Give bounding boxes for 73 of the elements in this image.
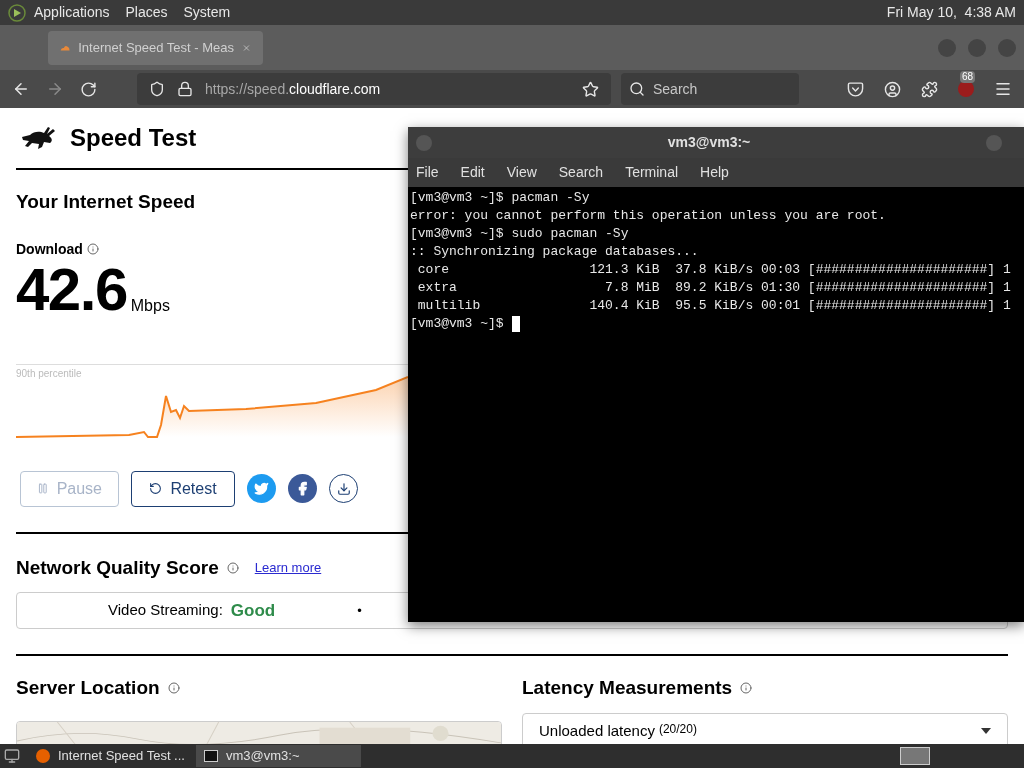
twitter-button[interactable] bbox=[247, 474, 276, 503]
extension-badge: 68 bbox=[960, 71, 976, 83]
url-field[interactable]: https://speed.cloudflare.com bbox=[137, 73, 611, 105]
menu-item[interactable]: Search bbox=[558, 162, 604, 183]
taskbar-item[interactable]: Internet Speed Test ... bbox=[28, 745, 188, 767]
section-heading: Latency Measurements bbox=[522, 676, 733, 700]
taskbar-label: vm3@vm3:~ bbox=[226, 747, 300, 766]
dropdown-count: (20/20) bbox=[658, 720, 697, 738]
caret-icon bbox=[981, 727, 991, 734]
chart-label: 90th percentile bbox=[16, 368, 83, 379]
play-logo-icon bbox=[8, 3, 26, 22]
section-heading: Server Location bbox=[16, 676, 160, 700]
forward-icon[interactable] bbox=[46, 80, 64, 98]
terminal-line: :: Synchronizing package databases... bbox=[410, 243, 699, 261]
terminal-line: extra 7.8 MiB 89.2 KiB/s 01:30 [######################] 1 bbox=[416, 279, 1011, 297]
terminal-line: [vm3@vm3 ~]$ bbox=[410, 315, 504, 333]
taskbar-item[interactable]: vm3@vm3:~ bbox=[196, 745, 361, 767]
info-icon[interactable] bbox=[167, 682, 180, 695]
info-icon[interactable] bbox=[86, 243, 99, 255]
quality-rating: Good bbox=[230, 599, 276, 622]
show-desktop-icon[interactable] bbox=[4, 748, 20, 764]
menu-item[interactable]: File bbox=[416, 162, 439, 183]
section-heading: Network Quality Score bbox=[16, 555, 219, 580]
account-icon[interactable] bbox=[884, 80, 901, 98]
info-icon[interactable] bbox=[226, 561, 239, 574]
info-icon[interactable] bbox=[740, 682, 753, 695]
panel-menu[interactable]: Places bbox=[125, 2, 168, 23]
download-value: 42.6 bbox=[16, 259, 127, 320]
quality-label: Video Streaming: bbox=[108, 600, 223, 621]
terminal-line: [vm3@vm3 ~]$ pacman -Sy bbox=[410, 189, 590, 207]
section-heading: Your Internet Speed bbox=[16, 190, 196, 214]
workspace-switcher-icon[interactable] bbox=[900, 747, 930, 765]
tab-title: Internet Speed Test - Meas bbox=[78, 38, 235, 57]
retest-button[interactable]: Retest bbox=[131, 470, 235, 507]
bird-icon bbox=[254, 481, 269, 496]
pause-icon bbox=[37, 482, 49, 495]
menu-item[interactable]: View bbox=[506, 162, 537, 183]
refresh-icon bbox=[149, 482, 163, 495]
url-text: https://speed.cloudflare.com bbox=[205, 79, 381, 99]
extensions-icon[interactable] bbox=[921, 80, 938, 98]
separator-dot: • bbox=[357, 601, 362, 620]
taskbar-label: Internet Speed Test ... bbox=[58, 747, 185, 766]
lock-icon[interactable] bbox=[177, 81, 193, 97]
page-title: Speed Test bbox=[70, 123, 197, 153]
reload-icon[interactable] bbox=[80, 80, 97, 98]
search-placeholder: Search bbox=[653, 79, 698, 99]
menu-item[interactable]: Edit bbox=[460, 162, 485, 183]
panel-menu[interactable]: System bbox=[183, 2, 231, 23]
pocket-icon[interactable] bbox=[847, 80, 864, 98]
back-icon[interactable] bbox=[12, 80, 30, 98]
search-icon bbox=[629, 81, 645, 97]
dropdown-label: Unloaded latency bbox=[539, 720, 655, 741]
firefox-icon bbox=[36, 749, 50, 763]
terminal-line: multilib 140.4 KiB 95.5 KiB/s 00:01 [######################] 1 bbox=[416, 297, 1011, 315]
bookmark-star-icon[interactable] bbox=[582, 80, 599, 98]
search-field[interactable]: Search bbox=[621, 73, 799, 105]
learn-more-link[interactable]: Learn more bbox=[254, 558, 322, 578]
download-icon bbox=[336, 481, 351, 496]
download-label: Download bbox=[16, 239, 83, 259]
clock[interactable]: Fri May 10, 4:38 AM bbox=[886, 2, 1016, 23]
window-title: vm3@vm3:~ bbox=[666, 133, 752, 152]
shield-icon[interactable] bbox=[149, 81, 165, 97]
download-unit: Mbps bbox=[130, 297, 170, 314]
menu-icon[interactable] bbox=[994, 80, 1012, 98]
shield-extension-icon[interactable] bbox=[958, 81, 974, 97]
terminal-line: error: you cannot perform this operation unless you are root. bbox=[410, 207, 886, 225]
terminal-line: [vm3@vm3 ~]$ sudo pacman -Sy bbox=[410, 225, 629, 243]
terminal-icon bbox=[204, 750, 218, 762]
facebook-button[interactable] bbox=[288, 474, 317, 503]
terminal-line: core 121.3 KiB 37.8 KiB/s 00:03 [######################] 1 bbox=[416, 261, 1011, 279]
menu-item[interactable]: Help bbox=[700, 162, 729, 183]
panel-menu[interactable]: Applications bbox=[34, 2, 110, 23]
menu-item[interactable]: Terminal bbox=[625, 162, 679, 183]
